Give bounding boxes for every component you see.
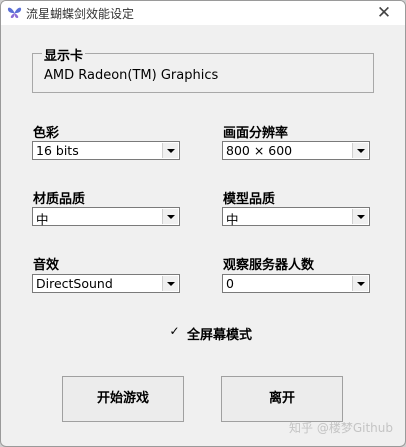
graphics-card-group: 显示卡 AMD Radeon(TM) Graphics <box>32 45 374 93</box>
material-quality-select[interactable]: 中 <box>32 207 180 227</box>
resolution-label: 画面分辨率 <box>223 126 289 141</box>
observer-server-count-select[interactable]: 0 <box>222 274 370 293</box>
fullscreen-label: 全屏幕模式 <box>187 328 253 343</box>
material-quality-select-value: 中 <box>36 212 49 227</box>
graphics-card-label: 显示卡 <box>42 45 86 64</box>
dropdown-arrow-icon[interactable] <box>162 276 178 291</box>
resolution-select[interactable]: 800 × 600 <box>222 141 370 160</box>
color-select-value: 16 bits <box>36 143 79 158</box>
title-bar: 流星蝴蝶剑效能设定 ✕ <box>1 1 405 25</box>
sound-select[interactable]: DirectSound <box>32 274 180 293</box>
close-button[interactable]: ✕ <box>369 2 399 24</box>
dropdown-arrow-icon[interactable] <box>162 209 178 224</box>
resolution-select-value: 800 × 600 <box>226 143 293 158</box>
sound-label: 音效 <box>33 258 60 273</box>
settings-window: 流星蝴蝶剑效能设定 ✕ 显示卡 AMD Radeon(TM) Graphics … <box>0 0 406 447</box>
model-quality-select[interactable]: 中 <box>222 207 370 227</box>
material-quality-label: 材质品质 <box>33 192 86 207</box>
leave-button[interactable]: 离开 <box>221 376 343 422</box>
model-quality-select-value: 中 <box>226 212 239 227</box>
color-select[interactable]: 16 bits <box>32 141 180 160</box>
window-title: 流星蝴蝶剑效能设定 <box>26 7 135 21</box>
observer-server-count-select-value: 0 <box>226 276 234 291</box>
dropdown-arrow-icon[interactable] <box>352 276 368 291</box>
color-label: 色彩 <box>33 126 60 141</box>
dropdown-arrow-icon[interactable] <box>352 209 368 224</box>
dropdown-arrow-icon[interactable] <box>162 143 178 158</box>
model-quality-label: 模型品质 <box>223 192 276 207</box>
observer-server-count-label: 观察服务器人数 <box>223 258 315 273</box>
dropdown-arrow-icon[interactable] <box>352 143 368 158</box>
graphics-card-value: AMD Radeon(TM) Graphics <box>44 68 219 83</box>
start-game-button[interactable]: 开始游戏 <box>62 376 184 422</box>
checkmark-icon[interactable]: ✓ <box>168 325 181 338</box>
butterfly-icon <box>7 7 22 18</box>
sound-select-value: DirectSound <box>36 276 113 291</box>
watermark: 知乎 @楼梦Github <box>289 421 393 435</box>
